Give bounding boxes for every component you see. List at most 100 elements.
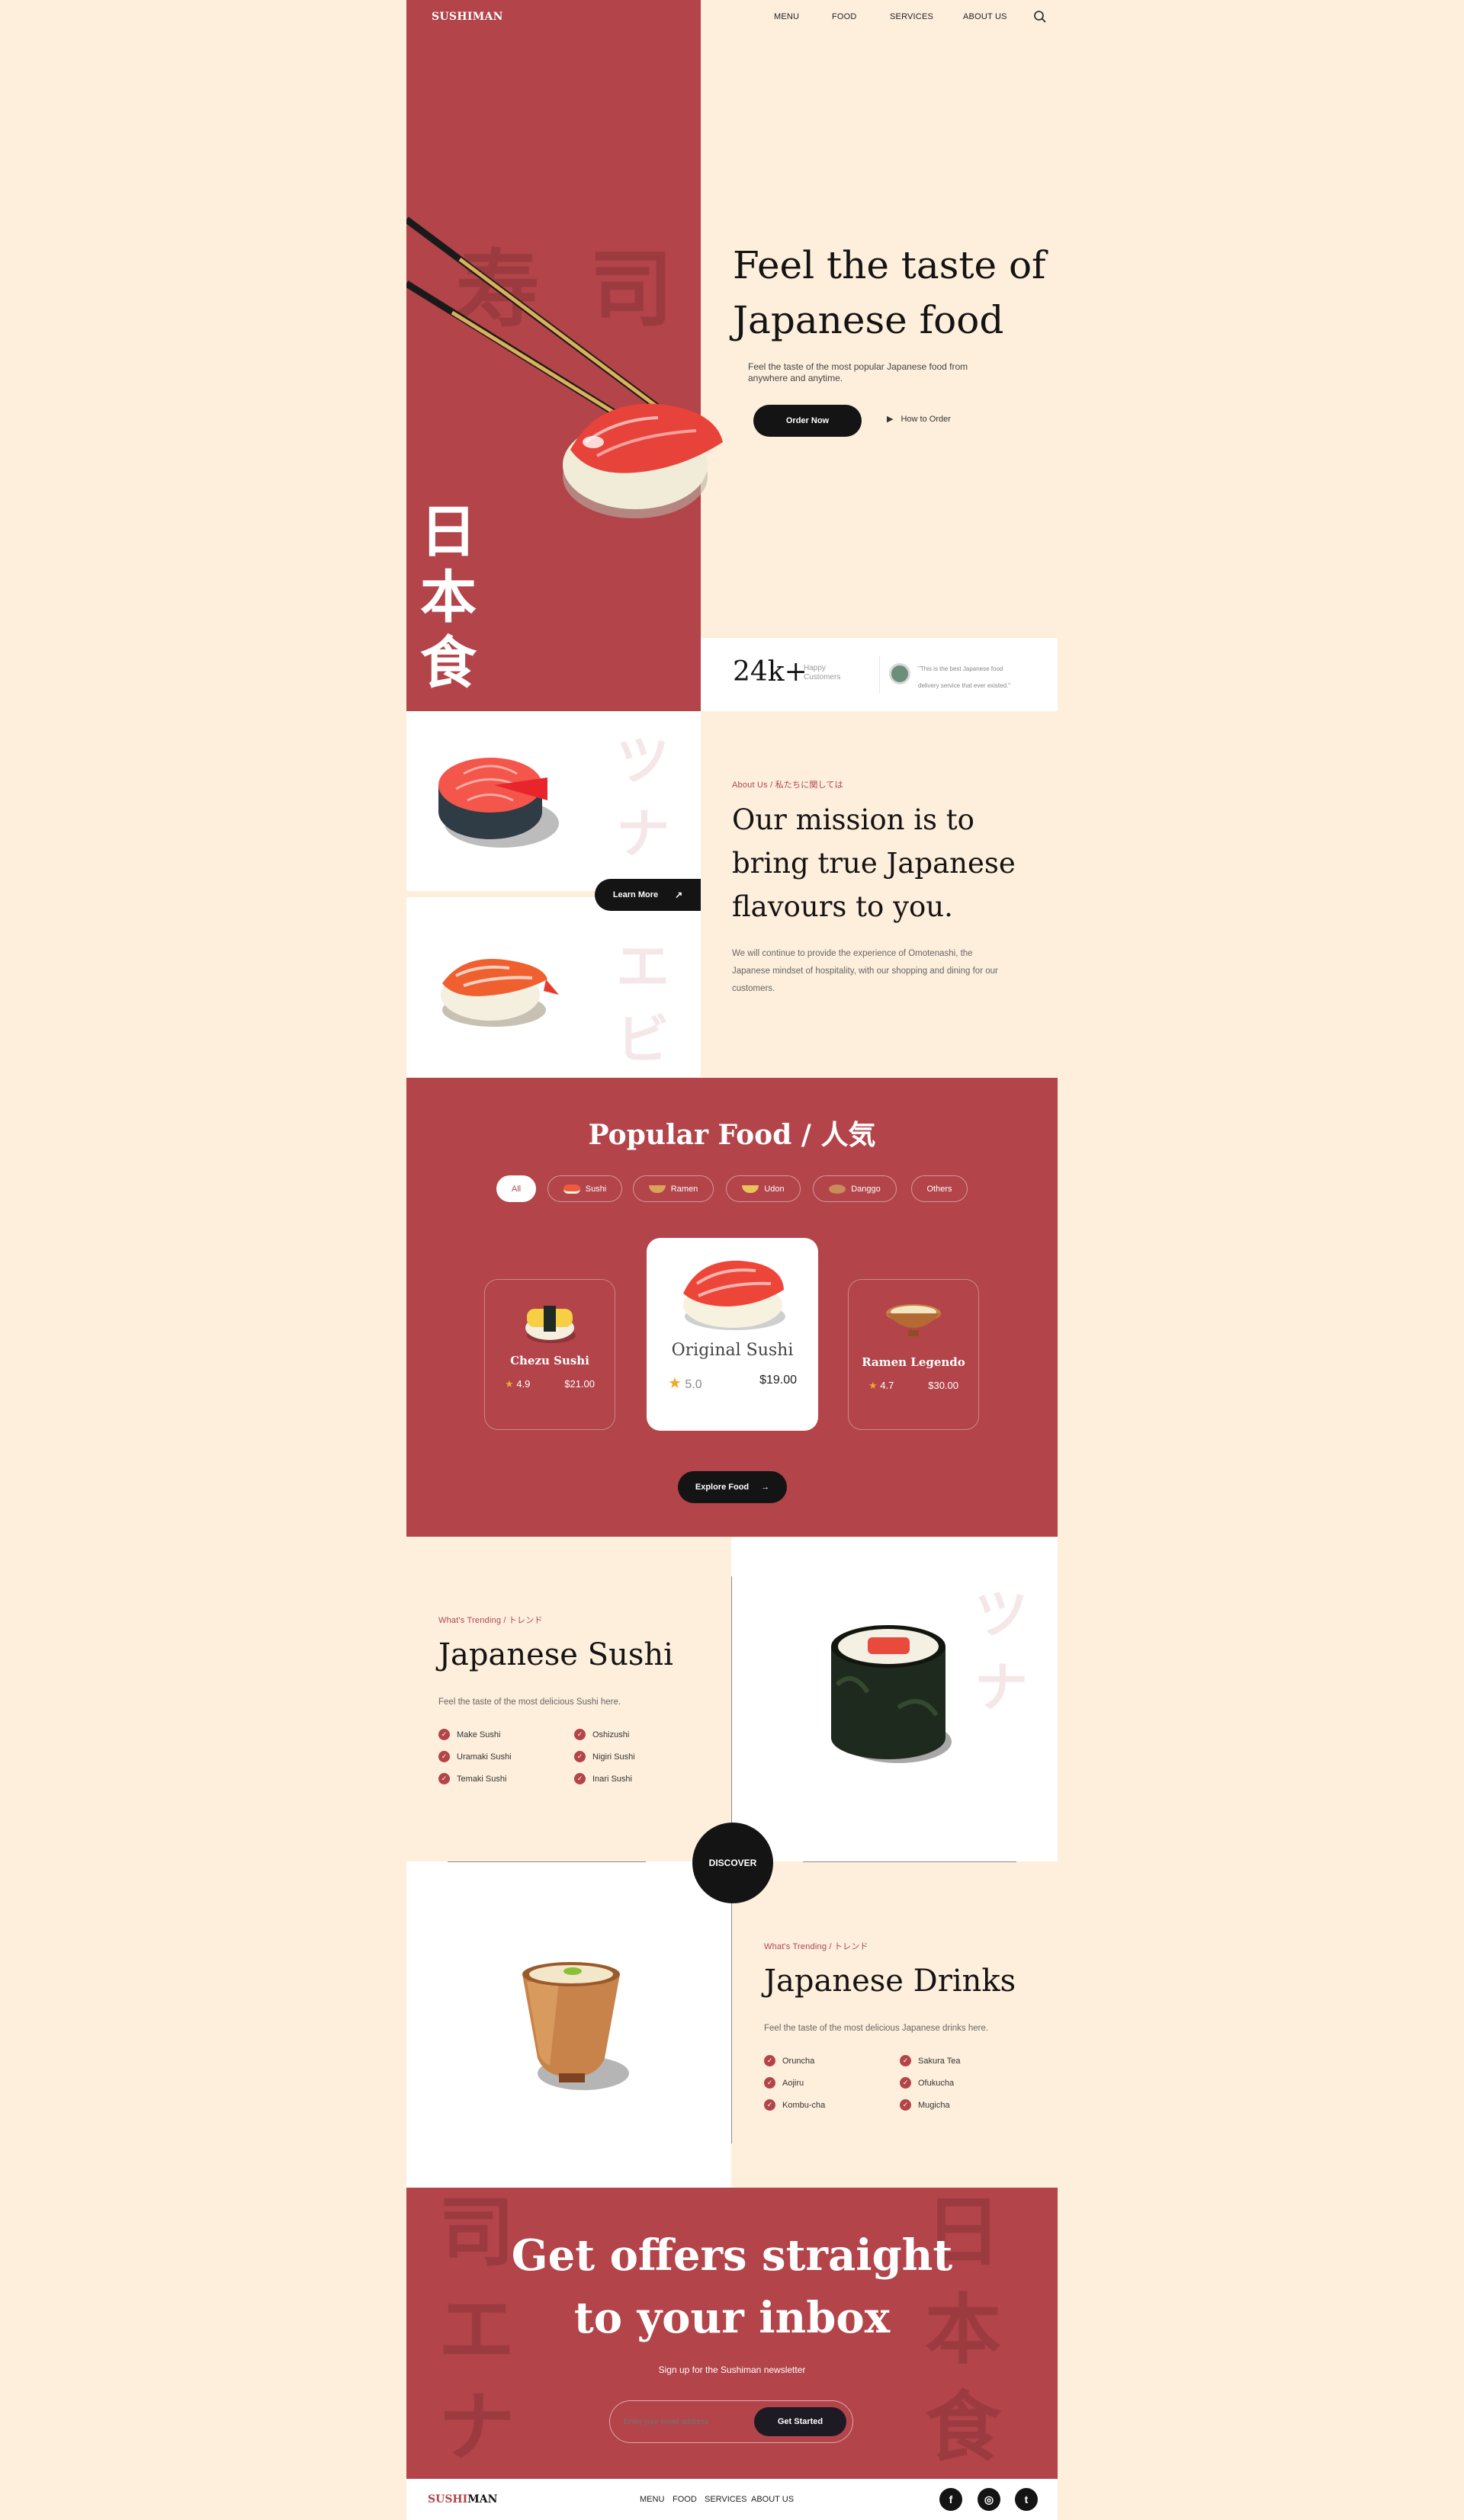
card-meta: ★ 4.7 $30.00 <box>849 1380 978 1392</box>
list-item: ✓ Sakura Tea <box>900 2055 1016 2066</box>
search-icon[interactable] <box>1033 10 1047 24</box>
footer-nav-services[interactable]: SERVICES <box>705 2495 746 2504</box>
drinks-list: ✓ Oruncha ✓ Sakura Tea ✓ Aojiru ✓ Ofukucha ✓… <box>764 2055 1016 2111</box>
star-icon: ★ <box>668 1375 682 1392</box>
facebook-icon[interactable]: f <box>939 2488 962 2511</box>
filter-sushi-label: Sushi <box>585 1184 607 1194</box>
list-item-label: Kombu-cha <box>782 2100 826 2110</box>
ghost-ebi-1: エ <box>616 935 669 998</box>
tuna-roll-illustration <box>438 758 559 848</box>
nav-menu[interactable]: MENU <box>774 12 799 21</box>
list-item: ✓ Ofukucha <box>900 2077 1016 2089</box>
filter-udon[interactable]: Udon <box>726 1175 801 1202</box>
hero-subtitle: Feel the taste of the most popular Japan… <box>748 361 968 383</box>
mission-title-line2: bring true Japanese <box>732 847 1016 880</box>
newsletter-subtitle: Sign up for the Sushiman newsletter <box>658 2365 806 2375</box>
check-icon: ✓ <box>764 2099 775 2111</box>
twitter-icon[interactable]: t <box>1015 2488 1038 2511</box>
get-started-button[interactable]: Get Started <box>754 2407 846 2436</box>
ghost-left-3: ナ <box>438 2383 515 2472</box>
learn-more-button[interactable]: Learn More ↗ <box>595 879 701 911</box>
drinks-divider <box>731 1861 732 2143</box>
check-icon: ✓ <box>900 2055 911 2066</box>
filter-udon-label: Udon <box>764 1184 785 1194</box>
how-to-order-label: How to Order <box>901 414 951 424</box>
arrow-right-icon: → <box>761 1483 770 1492</box>
list-item: ✓ Inari Sushi <box>574 1773 690 1784</box>
food-card-chezu[interactable]: Chezu Sushi ★ 4.9 $21.00 <box>484 1279 615 1430</box>
list-item-label: Make Sushi <box>457 1730 501 1739</box>
sushi-roll-illustration <box>831 1625 952 1763</box>
order-now-button[interactable]: Order Now <box>753 405 862 437</box>
nav-about[interactable]: ABOUT US <box>963 12 1007 21</box>
list-item: ✓ Mugicha <box>900 2099 1016 2111</box>
filter-danggo[interactable]: Danggo <box>813 1175 897 1202</box>
list-item: ✓ Oshizushi <box>574 1729 690 1740</box>
check-icon: ✓ <box>438 1729 450 1740</box>
mission-title-line1: Our mission is to <box>732 803 974 836</box>
footer-nav-food[interactable]: FOOD <box>673 2495 697 2504</box>
list-item-label: Ofukucha <box>918 2078 955 2088</box>
filter-ramen[interactable]: Ramen <box>633 1175 714 1202</box>
ghost-right-3: 食 <box>925 2383 1001 2472</box>
mission-eyebrow: About Us / 私たちに関しては <box>732 781 843 790</box>
check-icon: ✓ <box>764 2077 775 2089</box>
learn-more-label: Learn More <box>612 890 659 899</box>
footer-logo-a: SUSHI <box>428 2493 468 2506</box>
footer-logo[interactable]: SUSHIMAN <box>428 2493 497 2506</box>
how-to-order-link[interactable]: ▶ How to Order <box>887 414 951 425</box>
list-item-label: Temaki Sushi <box>457 1774 507 1784</box>
filter-others[interactable]: Others <box>911 1175 968 1202</box>
filter-sushi[interactable]: Sushi <box>547 1175 622 1202</box>
list-item: ✓ Aojiru <box>764 2077 900 2089</box>
price: $21.00 <box>564 1378 595 1390</box>
food-card-ramen[interactable]: Ramen Legendo ★ 4.7 $30.00 <box>848 1279 979 1430</box>
nav-services[interactable]: SERVICES <box>890 12 933 21</box>
explore-food-button[interactable]: Explore Food → <box>678 1471 787 1503</box>
avatar <box>889 663 910 685</box>
footer-nav-about[interactable]: ABOUT US <box>751 2495 794 2504</box>
chezu-sushi-image <box>525 1306 576 1343</box>
price: $30.00 <box>928 1380 958 1391</box>
check-icon: ✓ <box>900 2077 911 2089</box>
check-icon: ✓ <box>574 1751 586 1762</box>
divider-left <box>448 1861 646 1862</box>
list-item-label: Oshizushi <box>592 1730 630 1739</box>
kanji-shoku: 食 <box>420 630 477 696</box>
play-icon: ▶ <box>887 415 894 424</box>
star-icon: ★ <box>868 1380 878 1391</box>
ghost-tuna: ツ ナ <box>616 724 669 870</box>
price: $19.00 <box>759 1374 797 1387</box>
udon-chip-icon <box>742 1185 759 1193</box>
hero-title-line2: Japanese food <box>733 298 1004 342</box>
instagram-icon[interactable]: ◎ <box>978 2488 1000 2511</box>
hero-title: Feel the taste of Japanese food <box>733 238 1053 348</box>
kanji-hon: 本 <box>420 565 477 630</box>
newsletter-title-line1: Get offers straight <box>511 2230 953 2281</box>
ghost-sushi-1: ツ <box>974 1583 1028 1646</box>
arrow-up-right-icon: ↗ <box>675 890 683 900</box>
customers-label: Happy Customers <box>804 664 840 682</box>
check-icon: ✓ <box>900 2099 911 2111</box>
nav-food[interactable]: FOOD <box>832 12 857 21</box>
food-card-original[interactable]: Original Sushi ★ 5.0 $19.00 <box>647 1238 818 1431</box>
filter-all[interactable]: All <box>496 1175 536 1202</box>
check-icon: ✓ <box>438 1751 450 1762</box>
stats-strip: 24k+ Happy Customers "This is the best J… <box>701 638 1058 711</box>
ghost-sushi-tuna: ツ ナ <box>974 1578 1028 1724</box>
list-item-label: Oruncha <box>782 2056 815 2066</box>
discover-button[interactable]: DISCOVER <box>692 1823 773 1903</box>
logo[interactable]: SUSHIMAN <box>432 11 503 23</box>
ghost-ebi: エ ビ <box>616 930 669 1076</box>
sushi-eyebrow: What's Trending / トレンド <box>438 1616 543 1625</box>
sushi-title: Japanese Sushi <box>438 1637 673 1672</box>
customers-label-2: Customers <box>804 673 841 681</box>
hero-title-line1: Feel the taste of <box>733 243 1046 287</box>
stats-divider <box>879 656 880 693</box>
testimonial-line2: delivery service that ever existed." <box>918 682 1011 689</box>
star-icon: ★ <box>505 1378 514 1390</box>
email-input[interactable] <box>624 2412 738 2432</box>
explore-food-label: Explore Food <box>695 1483 750 1492</box>
testimonial-line1: "This is the best Japanese food <box>918 665 1003 672</box>
footer-nav-menu[interactable]: MENU <box>640 2495 664 2504</box>
